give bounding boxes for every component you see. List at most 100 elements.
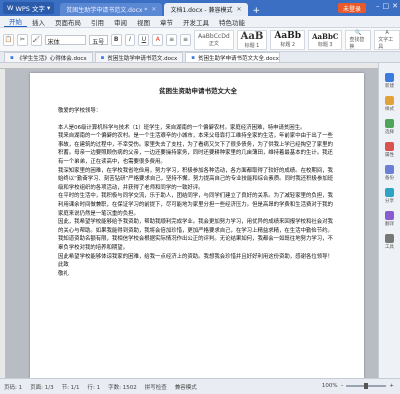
text-tools-button[interactable]: A 文字工具 [374,29,400,50]
align-center-icon[interactable]: ≡ [180,33,192,46]
bold-icon[interactable]: B [110,33,122,46]
quick-tab[interactable]: ▪ 《学生生活》心得体会.docx [4,52,93,62]
status-spell[interactable]: 拼写检查 [145,383,167,391]
quick-tab[interactable]: ▪ 贫困生助学申请书范文.docx [94,52,184,62]
doc-icon: ▪ [10,54,14,61]
document-tab-active[interactable]: 文档1.docx - 兼容模式 ✕ [164,3,248,16]
side-style-button[interactable]: 样式 [381,96,399,112]
new-doc-icon [385,73,394,82]
close-window-icon[interactable]: ✕ [392,2,398,10]
minimize-icon[interactable]: – [376,2,380,10]
side-new-button[interactable]: 新建 [381,73,399,89]
document-workspace: 贫困生资助申请书范文大全 敬爱的学校领导： 本人是06级计算机科学与技术（1）班… [0,63,378,378]
window-controls: – □ ✕ [376,2,398,10]
login-button[interactable]: 未登录 [337,3,366,13]
side-label: 样式 [385,107,394,112]
side-backup-button[interactable]: 备份 [381,165,399,181]
body-paragraph: 在平时的生活中，我积极与同学交流，乐于助人，团结同学，与同学们建立了良好的关系。… [58,193,333,217]
menu-features[interactable]: 特色功能 [214,17,250,27]
side-select-button[interactable]: 选择 [381,119,399,135]
find-replace-button[interactable]: 🔍 查找替换 [345,29,372,50]
font-color-icon[interactable]: A [152,33,164,46]
document-tab-label: 文档1.docx - 兼容模式 [170,7,233,14]
side-panel: 新建 样式 选择 属性 备份 分享 翻译 工具 [378,63,400,378]
body-paragraph: 我来自湖南的一个偏僻的农村。是一个生活艰辛的小城市，本来父母靠打工维持全家的生活… [58,133,333,165]
status-words[interactable]: 字数: 1502 [108,383,137,391]
side-share-button[interactable]: 分享 [381,188,399,204]
translate-icon [385,211,394,220]
side-label: 备份 [385,176,394,181]
menu-review[interactable]: 审阅 [109,17,132,27]
style-icon [385,96,394,105]
style-heading-3[interactable]: AaBbC 标题 3 [308,29,343,50]
style-name: 标题 1 [244,42,260,49]
style-normal[interactable]: AaBbCcDd 正文 [194,29,234,50]
style-heading-2[interactable]: AaBb 标题 2 [270,29,306,50]
side-label: 选择 [385,130,394,135]
side-label: 工具 [385,245,394,250]
body-paragraph: 因此，我希望学校能够给予我资助，帮助我顺利完成学业。我会更加努力学习，用优异的成… [58,219,333,234]
close-tab-icon[interactable]: ✕ [236,6,241,13]
format-painter-icon[interactable]: 🖌 [30,33,42,46]
close-tab-icon[interactable]: ✕ [151,6,156,13]
menu-references[interactable]: 引用 [86,17,109,27]
wps-logo-icon: W [7,4,14,12]
zoom-control: 100% – + [322,383,394,389]
text-tools-label: 文字工具 [378,36,394,50]
style-name: 正文 [208,40,219,47]
side-properties-button[interactable]: 属性 [381,142,399,158]
body-paragraph: 我知道资助名额有限，我相信学校会根据实际情况作出公正的评判。无论结果如何，我都会… [58,236,333,251]
side-label: 翻译 [385,222,394,227]
underline-icon[interactable]: U [138,33,150,46]
style-name: 标题 3 [317,41,333,48]
side-tools-button[interactable]: 工具 [381,234,399,250]
style-name: 标题 2 [280,42,296,48]
zoom-slider[interactable] [346,383,387,389]
zoom-value: 100% [321,383,338,389]
font-size-select[interactable]: 五号 [89,34,108,46]
maximize-icon[interactable]: □ [383,2,390,10]
style-preview: AaBbC [312,31,339,41]
new-tab-icon[interactable]: + [253,6,261,16]
body-paragraph: 本人是06级计算机科学与技术（1）班学生，来自湖南的一个偏僻农村。家庭经济困难，… [58,124,306,131]
paste-icon[interactable]: 📋 [3,33,14,46]
italic-icon[interactable]: I [124,33,136,46]
document-title: 贫困生资助申请书范文大全 [159,87,237,95]
menu-insert[interactable]: 插入 [27,17,50,27]
menu-page-layout[interactable]: 页面布局 [50,17,86,27]
document-tabs: 贫困生助学申请书范文.docx * ✕ 文档1.docx - 兼容模式 ✕ + [60,0,260,16]
menu-view[interactable]: 视图 [132,17,155,27]
side-label: 新建 [385,84,394,89]
zoom-in-icon[interactable]: + [389,383,394,389]
menu-sections[interactable]: 章节 [155,17,178,27]
menu-start[interactable]: 开始 [4,16,27,27]
quick-tab-active[interactable]: ▪ 贫困生助学申请书范文大全.docx [185,52,281,62]
wps-menu-button[interactable]: W WPS 文字 ▾ [3,2,55,14]
chevron-down-icon: ▾ [46,4,51,12]
vertical-ruler[interactable] [0,69,6,378]
zoom-out-icon[interactable]: – [341,383,344,389]
title-bar: W WPS 文字 ▾ 贫困生助学申请书范文.docx * ✕ 文档1.docx … [0,0,400,16]
side-label: 属性 [385,153,394,158]
horizontal-ruler[interactable] [0,63,378,69]
status-bar: 页码: 1 页面: 1/3 节: 1/1 行: 1 字数: 1502 拼写检查 … [0,378,400,394]
find-replace-label: 查找替换 [349,36,365,50]
status-page: 页码: 1 [4,384,23,391]
quick-tab-label: 《学生生活》心得体会.docx [16,55,87,62]
document-tab[interactable]: 贫困生助学申请书范文.docx * ✕ [60,3,163,16]
side-translate-button[interactable]: 翻译 [381,211,399,227]
cut-icon[interactable]: ✂ [16,33,28,46]
side-label: 分享 [385,199,394,204]
font-family-select[interactable]: 宋体 [44,34,87,46]
style-preview: AaBbCcDd [198,32,230,40]
style-heading-1[interactable]: AaB 标题 1 [236,29,268,50]
align-left-icon[interactable]: ≡ [166,33,178,46]
zoom-slider-handle[interactable] [364,383,369,389]
document-tab-label: 贫困生助学申请书范文.docx * [66,7,148,14]
doc-icon: ▪ [191,54,195,61]
style-preview: AaBb [274,31,302,41]
menu-developer[interactable]: 开发工具 [178,17,214,27]
status-section: 节: 1/1 [61,384,80,391]
regards: 敬礼 [58,270,69,277]
document-page[interactable]: 贫困生资助申请书范文大全 敬爱的学校领导： 本人是06级计算机科学与技术（1）班… [30,73,364,378]
